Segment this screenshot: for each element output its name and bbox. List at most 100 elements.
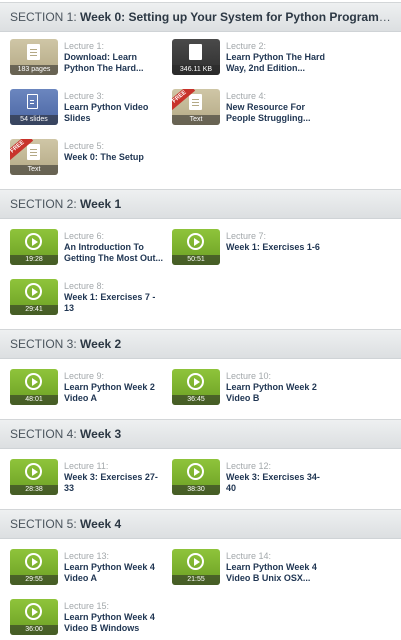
curriculum-list: SECTION 1: Week 0: Setting up Your Syste… — [0, 0, 401, 640]
lecture-13[interactable]: 29:55 Lecture 13: Learn Python Week 4 Vi… — [10, 549, 170, 589]
lecture-number: Lecture 11: — [64, 461, 109, 471]
video-duration: 28:38 — [10, 485, 58, 495]
lecture-number: Lecture 4: — [226, 91, 267, 101]
lecture-number: Lecture 6: — [64, 231, 105, 241]
lecture-8[interactable]: 29:41 Lecture 8: Week 1: Exercises 7 - 1… — [10, 279, 170, 319]
lecture-5[interactable]: FREE Text Lecture 5: Week 0: The Setup — [10, 139, 170, 179]
video-thumbnail[interactable]: 28:38 — [10, 459, 58, 495]
play-icon — [187, 553, 204, 570]
lecture-12[interactable]: 38:30 Lecture 12: Week 3: Exercises 34-4… — [172, 459, 332, 499]
lecture-15[interactable]: 36:00 Lecture 15: Learn Python Week 4 Vi… — [10, 599, 170, 639]
play-icon — [187, 233, 204, 250]
lecture-11[interactable]: 28:38 Lecture 11: Week 3: Exercises 27-3… — [10, 459, 170, 499]
lecture-title[interactable]: Week 3: Exercises 27-33 — [64, 472, 164, 494]
play-icon — [25, 463, 42, 480]
lecture-title[interactable]: Learn Python Week 4 Video B Windows — [64, 612, 164, 634]
lecture-number: Lecture 7: — [226, 231, 267, 241]
video-duration: 38:30 — [172, 485, 220, 495]
text-document-icon — [189, 94, 202, 110]
lecture-title[interactable]: Week 1: Exercises 1-6 — [226, 242, 326, 253]
video-thumbnail[interactable]: 36:45 — [172, 369, 220, 405]
video-duration: 36:00 — [10, 625, 58, 635]
lecture-number: Lecture 14: — [226, 551, 272, 561]
lecture-title[interactable]: Learn Python The Hard Way, 2nd Edition..… — [226, 52, 326, 74]
lecture-title[interactable]: Week 0: The Setup — [64, 152, 164, 163]
section-title: Week 1 — [80, 197, 122, 211]
text-thumbnail[interactable]: FREE Text — [172, 89, 220, 125]
video-thumbnail[interactable]: 36:00 — [10, 599, 58, 635]
video-thumbnail[interactable]: 50:51 — [172, 229, 220, 265]
document-icon — [27, 44, 40, 60]
play-icon — [187, 463, 204, 480]
section-title: Week 2 — [80, 337, 122, 351]
file-thumbnail[interactable]: 346.11 KB — [172, 39, 220, 75]
section-title: Week 3 — [80, 427, 122, 441]
lecture-2[interactable]: 346.11 KB Lecture 2: Learn Python The Ha… — [172, 39, 332, 79]
video-thumbnail[interactable]: 19:28 — [10, 229, 58, 265]
slides-icon — [27, 94, 38, 109]
lecture-3[interactable]: 54 slides Lecture 3: Learn Python Video … — [10, 89, 170, 129]
lecture-title[interactable]: Learn Python Week 4 Video B Unix OSX... — [226, 562, 326, 584]
content-type: Text — [10, 165, 58, 175]
lecture-4[interactable]: FREE Text Lecture 4: New Resource For Pe… — [172, 89, 332, 129]
video-thumbnail[interactable]: 29:55 — [10, 549, 58, 585]
video-thumbnail[interactable]: 48:01 — [10, 369, 58, 405]
lecture-7[interactable]: 50:51 Lecture 7: Week 1: Exercises 1-6 — [172, 229, 332, 269]
lecture-1[interactable]: 183 pages Lecture 1: Download: Learn Pyt… — [10, 39, 170, 79]
section-header-4[interactable]: SECTION 4: Week 3 — [0, 419, 401, 449]
lecture-title[interactable]: Learn Python Week 2 Video B — [226, 382, 326, 404]
text-document-icon — [27, 144, 40, 160]
lecture-title[interactable]: Learn Python Week 2 Video A — [64, 382, 164, 404]
section-header-1[interactable]: SECTION 1: Week 0: Setting up Your Syste… — [0, 2, 401, 32]
lecture-14[interactable]: 21:55 Lecture 14: Learn Python Week 4 Vi… — [172, 549, 332, 589]
section-header-5[interactable]: SECTION 5: Week 4 — [0, 509, 401, 539]
lecture-title[interactable]: New Resource For People Struggling... — [226, 102, 326, 124]
lecture-title[interactable]: Week 1: Exercises 7 - 13 — [64, 292, 164, 314]
slides-thumbnail[interactable]: 54 slides — [10, 89, 58, 125]
video-duration: 48:01 — [10, 395, 58, 405]
video-duration: 21:55 — [172, 575, 220, 585]
video-duration: 19:28 — [10, 255, 58, 265]
section-header-2[interactable]: SECTION 2: Week 1 — [0, 189, 401, 219]
lecture-number: Lecture 10: — [226, 371, 272, 381]
lecture-9[interactable]: 48:01 Lecture 9: Learn Python Week 2 Vid… — [10, 369, 170, 409]
lecture-number: Lecture 15: — [64, 601, 110, 611]
lecture-number: Lecture 12: — [226, 461, 272, 471]
lecture-number: Lecture 1: — [64, 41, 105, 51]
lecture-10[interactable]: 36:45 Lecture 10: Learn Python Week 2 Vi… — [172, 369, 332, 409]
video-duration: 50:51 — [172, 255, 220, 265]
lecture-number: Lecture 8: — [64, 281, 105, 291]
file-size: 346.11 KB — [172, 65, 220, 75]
lecture-title[interactable]: Download: Learn Python The Hard... — [64, 52, 164, 74]
section-title: Week 4 — [80, 517, 122, 531]
video-duration: 29:55 — [10, 575, 58, 585]
section-header-3[interactable]: SECTION 3: Week 2 — [0, 329, 401, 359]
lecture-number: Lecture 13: — [64, 551, 110, 561]
video-duration: 36:45 — [172, 395, 220, 405]
file-icon — [189, 44, 202, 60]
content-type: Text — [172, 115, 220, 125]
play-icon — [25, 373, 42, 390]
lecture-title[interactable]: Learn Python Week 4 Video A — [64, 562, 164, 584]
document-thumbnail[interactable]: 183 pages — [10, 39, 58, 75]
page-count: 183 pages — [10, 65, 58, 75]
lecture-title[interactable]: Week 3: Exercises 34-40 — [226, 472, 326, 494]
video-thumbnail[interactable]: 38:30 — [172, 459, 220, 495]
lecture-6[interactable]: 19:28 Lecture 6: An Introduction To Gett… — [10, 229, 170, 269]
play-icon — [25, 233, 42, 250]
slide-count: 54 slides — [10, 115, 58, 125]
lecture-title[interactable]: Learn Python Video Slides — [64, 102, 164, 124]
play-icon — [25, 283, 42, 300]
text-thumbnail[interactable]: FREE Text — [10, 139, 58, 175]
lecture-number: Lecture 3: — [64, 91, 105, 101]
section-number: SECTION 1: — [10, 10, 77, 24]
section-number: SECTION 5: — [10, 517, 77, 531]
section-number: SECTION 4: — [10, 427, 77, 441]
video-thumbnail[interactable]: 21:55 — [172, 549, 220, 585]
section-title: Week 0: Setting up Your System for Pytho… — [80, 10, 401, 24]
lecture-title[interactable]: An Introduction To Getting The Most Out.… — [64, 242, 164, 264]
lecture-number: Lecture 5: — [64, 141, 105, 151]
section-number: SECTION 2: — [10, 197, 77, 211]
video-thumbnail[interactable]: 29:41 — [10, 279, 58, 315]
play-icon — [25, 553, 42, 570]
